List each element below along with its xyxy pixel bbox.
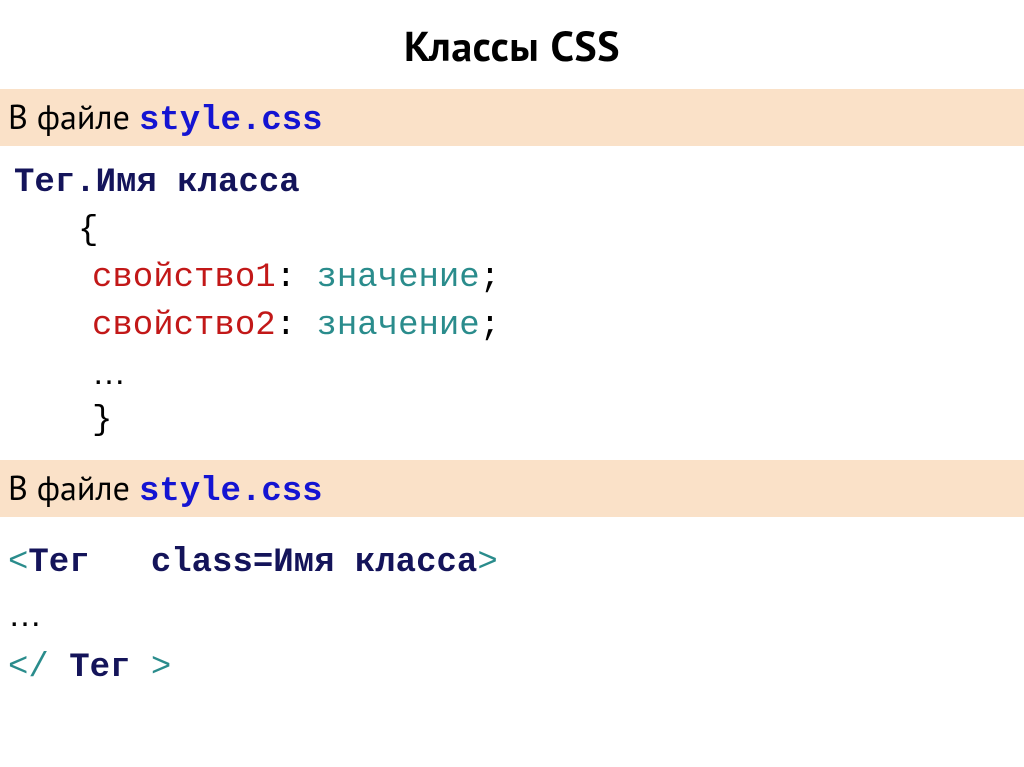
- colon2: :: [276, 307, 296, 345]
- prop2: свойство2: [92, 307, 276, 345]
- html-tag-open: Тег: [28, 544, 89, 582]
- banner2-file: style.css: [139, 473, 323, 511]
- val1: значение: [316, 259, 479, 297]
- banner1-prefix: В файле: [8, 95, 139, 139]
- val2: значение: [316, 307, 479, 345]
- space: [90, 544, 151, 582]
- selector-dot: .: [75, 164, 95, 202]
- selector-tag: Тег: [14, 164, 75, 202]
- html-code-block: <Тег class=Имя класса> … </ Тег >: [0, 517, 1024, 695]
- prop1: свойство1: [92, 259, 276, 297]
- lt: <: [8, 544, 28, 582]
- css-rule-2: свойство2: значение;: [14, 303, 1024, 351]
- banner1-file: style.css: [139, 102, 323, 140]
- html-open-tag-line: <Тег class=Имя класса>: [8, 537, 1024, 590]
- css-rule-1: свойство1: значение;: [14, 255, 1024, 303]
- semi2: ;: [480, 307, 500, 345]
- class-keyword: class=: [151, 544, 273, 582]
- brace-close: }: [14, 398, 1024, 446]
- banner2-prefix: В файле: [8, 466, 139, 510]
- brace-open: {: [14, 208, 1024, 256]
- css-code-block: Тег.Имя класса { свойство1: значение; св…: [0, 146, 1024, 460]
- gt: >: [477, 544, 497, 582]
- semi1: ;: [480, 259, 500, 297]
- html-close-tag-line: </ Тег >: [8, 642, 1024, 695]
- html-ellipsis: …: [8, 589, 1024, 642]
- slide-title: Классы CSS: [0, 0, 1024, 89]
- close-lt: </: [8, 649, 69, 687]
- close-gt: >: [130, 649, 171, 687]
- class-value: Имя класса: [273, 544, 477, 582]
- css-selector-line: Тег.Имя класса: [14, 160, 1024, 208]
- section-banner-1: В файле style.css: [0, 89, 1024, 146]
- css-ellipsis: …: [14, 350, 1024, 398]
- selector-class: Имя класса: [96, 164, 300, 202]
- html-tag-close: Тег: [69, 649, 130, 687]
- slide: Классы CSS В файле style.css Тег.Имя кла…: [0, 0, 1024, 767]
- section-banner-2: В файле style.css: [0, 460, 1024, 517]
- colon1: :: [276, 259, 296, 297]
